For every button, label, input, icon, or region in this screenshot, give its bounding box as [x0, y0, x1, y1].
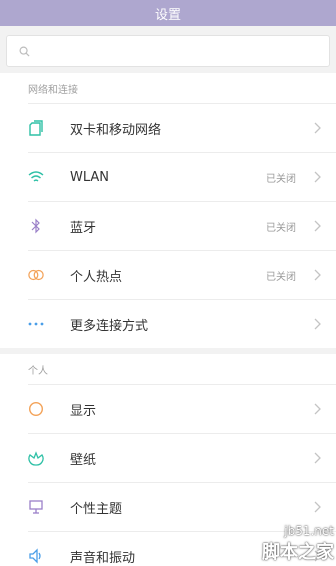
row-label: 更多连接方式 [70, 318, 149, 334]
chevron-right-icon [308, 318, 326, 330]
section-network: 网络和连接 双卡和移动网络 WLAN 已关闭 蓝牙 已关闭 个人热点 已关闭 更… [0, 73, 336, 348]
row-wlan[interactable]: WLAN 已关闭 [28, 152, 336, 201]
section-title-personal: 个人 [28, 365, 48, 377]
chevron-right-icon [308, 122, 326, 134]
search-area [0, 26, 336, 73]
row-more-connections[interactable]: 更多连接方式 [28, 299, 336, 348]
watermark-name: 脚本之家 [262, 542, 334, 563]
theme-icon [28, 499, 44, 515]
search-input[interactable] [6, 35, 330, 67]
chevron-right-icon [308, 501, 326, 513]
wallpaper-icon [28, 450, 44, 466]
sim-card-icon [28, 120, 44, 136]
row-wallpaper[interactable]: 壁纸 [28, 433, 336, 482]
row-label: 蓝牙 [70, 220, 97, 236]
row-dual-sim[interactable]: 双卡和移动网络 [28, 103, 336, 152]
sound-icon [28, 548, 44, 564]
site-watermark: jb51.net 脚本之家 [262, 524, 334, 564]
wifi-icon [28, 169, 44, 185]
chevron-right-icon [308, 171, 326, 183]
row-display[interactable]: 显示 [28, 384, 336, 433]
chevron-right-icon [308, 269, 326, 281]
status-text: 已关闭 [266, 271, 296, 283]
section-title-network: 网络和连接 [28, 84, 78, 96]
bluetooth-icon [28, 218, 44, 234]
chevron-right-icon [308, 403, 326, 415]
row-label: WLAN [70, 169, 110, 185]
display-icon [28, 401, 44, 417]
row-label: 双卡和移动网络 [70, 122, 162, 138]
row-label: 壁纸 [70, 452, 97, 468]
row-label: 显示 [70, 403, 97, 419]
row-label: 个人热点 [70, 269, 123, 285]
row-bluetooth[interactable]: 蓝牙 已关闭 [28, 201, 336, 250]
watermark-url: jb51.net [284, 524, 334, 538]
hotspot-icon [28, 267, 44, 283]
row-hotspot[interactable]: 个人热点 已关闭 [28, 250, 336, 299]
more-dots-icon [28, 316, 44, 332]
row-label: 个性主题 [70, 501, 123, 517]
chevron-right-icon [308, 220, 326, 232]
status-text: 已关闭 [266, 173, 296, 185]
page-title: 设置 [154, 7, 181, 23]
status-text: 已关闭 [266, 222, 296, 234]
search-icon [19, 42, 30, 61]
settings-screen: 设置 网络和连接 双卡和移动网络 WLAN 已关闭 蓝牙 已关闭 个人热点 已关… [0, 0, 336, 566]
chevron-right-icon [308, 452, 326, 464]
title-bar: 设置 [0, 0, 336, 26]
